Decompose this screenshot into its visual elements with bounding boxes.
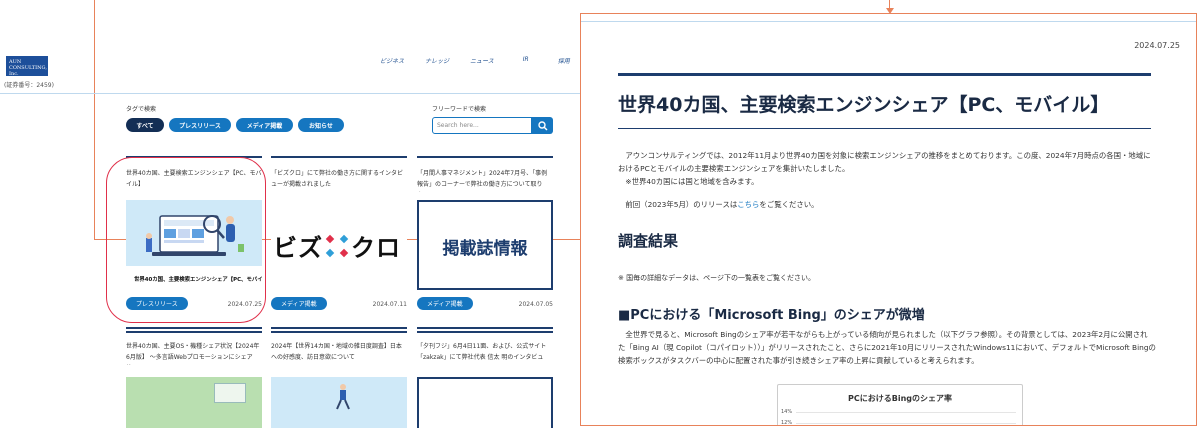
- nav-item-news[interactable]: ニュース: [470, 56, 494, 65]
- intro-paragraph: アウンコンサルティングでは、2012年11月より世界40カ国を対象に検索エンジン…: [618, 149, 1163, 188]
- card-thumbnail[interactable]: [126, 377, 262, 428]
- article-title: 世界40カ国、主要検索エンジンシェア【PC、モバイル】: [618, 94, 1110, 116]
- title-rule-top: [618, 73, 1151, 76]
- tag-press-release-button[interactable]: プレスリリース: [169, 118, 231, 132]
- chart-gridline: [796, 423, 1016, 424]
- card-top-border: [271, 331, 407, 333]
- intro-line: アウンコンサルティングでは、2012年11月より世界40カ国を対象に検索エンジン…: [618, 151, 1151, 160]
- chart-title: PCにおけるBingのシェア率: [848, 394, 952, 403]
- title-rule-bottom: [618, 128, 1151, 129]
- bing-share-chart: PCにおけるBingのシェア率 14% 12%: [777, 384, 1023, 426]
- body-paragraph: 全世界で見ると、Microsoft Bingのシェア率が若干ながらも上がっている…: [618, 328, 1163, 367]
- subsection-heading: ■PCにおける「Microsoft Bing」のシェアが微増: [618, 308, 925, 323]
- connector-line-top: [94, 0, 890, 8]
- intro-line: おけるPCとモバイルの主要検索エンジンシェアを集計いたしました。: [618, 164, 850, 173]
- card-thumbnail[interactable]: ビズ クロ: [271, 200, 407, 290]
- card-top-border: [126, 331, 262, 333]
- card-title[interactable]: 「ビズクロ」にて弊社の働き方に関するインタビューが掲載されました: [271, 168, 407, 192]
- nav-item-recruit[interactable]: 採用: [558, 56, 570, 65]
- card-separator: [126, 327, 262, 329]
- chart-tick-label: 12%: [781, 420, 793, 426]
- thumb-logo-word-b: クロ: [351, 234, 401, 262]
- card-top-border: [417, 331, 553, 333]
- card-top-border: [271, 156, 407, 158]
- search-input[interactable]: Search here...: [432, 117, 532, 134]
- card-title[interactable]: 「月間人事マネジメント」2024年7月号、「事例報告」のコーナーで弊社の働き方に…: [417, 168, 553, 192]
- body-line: 全世界で見ると、Microsoft Bingのシェア率が若干ながらも上がっている…: [618, 330, 1148, 339]
- thumb-text: 掲載誌情報: [442, 239, 528, 259]
- keyword-search-label: フリーワードで検索: [432, 106, 487, 113]
- card-category-badge[interactable]: メディア掲載: [271, 297, 327, 310]
- card-title[interactable]: 世界40カ国、主要OS・機種シェア状況【2024年6月版】 ～多言語Webプロモ…: [126, 341, 262, 365]
- article-card[interactable]: 世界40カ国、主要OS・機種シェア状況【2024年6月版】 ～多言語Webプロモ…: [126, 337, 262, 428]
- card-title[interactable]: 2024年【世界14カ国・地域の雑日度調査】日本への好感度、訪日意欲について: [271, 341, 407, 365]
- site-logo[interactable]: AUN CONSULTING, Inc.: [6, 56, 48, 77]
- card-thumbnail[interactable]: [271, 377, 407, 428]
- highlight-circle: [106, 157, 266, 323]
- card-thumbnail[interactable]: [417, 377, 553, 428]
- intro-line: ※世界40カ国には国と地域を含みます。: [618, 177, 759, 186]
- article-date: 2024.07.25: [1134, 41, 1180, 50]
- thumb-logo-word-a: ビズ: [273, 234, 323, 262]
- tag-media-button[interactable]: メディア掲載: [236, 118, 293, 132]
- thumb-device: [214, 383, 246, 403]
- article-card[interactable]: 「ビズクロ」にて弊社の働き方に関するインタビューが掲載されました ビズ クロ メ…: [271, 156, 407, 336]
- data-note: ※ 国毎の詳細なデータは、ページ下の一覧表をご覧ください。: [618, 274, 815, 282]
- article-zoom-panel: 2024.07.25 世界40カ国、主要検索エンジンシェア【PC、モバイル】 ア…: [580, 13, 1197, 426]
- card-thumbnail[interactable]: 掲載誌情報: [417, 200, 553, 290]
- card-separator: [271, 327, 407, 329]
- global-nav: ビジネス ナレッジ ニュース IR 採用: [380, 56, 591, 65]
- card-top-border: [417, 156, 553, 158]
- previous-release-link[interactable]: こちら: [737, 200, 759, 209]
- search-icon: [537, 120, 547, 130]
- card-category-badge[interactable]: メディア掲載: [417, 297, 473, 310]
- card-date: 2024.07.05: [518, 301, 553, 308]
- securities-code: (証券番号：2459): [4, 82, 54, 89]
- traveler-illustration: [336, 384, 350, 410]
- cross-logo-icon: [325, 234, 349, 258]
- previous-release-text: 前回（2023年5月）のリリースはこちらをご覧ください。: [618, 198, 1163, 211]
- card-separator: [417, 327, 553, 329]
- card-title[interactable]: 「夕刊フジ」6月4日11面、および、公式サイト「zakzak」にて弊社代表 信太…: [417, 341, 553, 365]
- article-card[interactable]: 2024年【世界14カ国・地域の雑日度調査】日本への好感度、訪日意欲について: [271, 337, 407, 428]
- tag-notice-button[interactable]: お知らせ: [298, 118, 344, 132]
- body-line: た「Bing AI（現 Copilot（コパイロット））」がリリースされたこと、…: [618, 343, 1156, 352]
- panel-header-strip: [581, 14, 1196, 22]
- chart-tick-label: 14%: [781, 409, 793, 415]
- chart-gridline: [796, 412, 1016, 413]
- logo-text: AUN CONSULTING, Inc.: [9, 59, 47, 77]
- card-date: 2024.07.11: [372, 301, 407, 308]
- prev-text: 前回（2023年5月）のリリースは: [618, 200, 738, 209]
- nav-item-business[interactable]: ビジネス: [380, 56, 404, 65]
- section-heading: 調査結果: [618, 232, 679, 250]
- article-card[interactable]: 「夕刊フジ」6月4日11面、および、公式サイト「zakzak」にて弊社代表 信太…: [417, 337, 553, 428]
- connector-line-left: [94, 0, 95, 240]
- nav-item-ir[interactable]: IR: [523, 56, 529, 65]
- header-divider: [0, 93, 580, 94]
- nav-item-knowledge[interactable]: ナレッジ: [425, 56, 449, 65]
- tag-all-button[interactable]: すべて: [126, 118, 164, 132]
- search-button[interactable]: [532, 117, 553, 134]
- prev-text-after: をご覧ください。: [759, 200, 819, 209]
- tag-search-label: タグで検索: [126, 106, 157, 113]
- article-card[interactable]: 「月間人事マネジメント」2024年7月号、「事例報告」のコーナーで弊社の働き方に…: [417, 156, 553, 336]
- body-line: 検索ボックスがタスクバーの中心に配置された事が引き続きシェア率の上昇に貢献してい…: [618, 356, 979, 365]
- tag-filter-group: すべて プレスリリース メディア掲載 お知らせ: [126, 118, 349, 132]
